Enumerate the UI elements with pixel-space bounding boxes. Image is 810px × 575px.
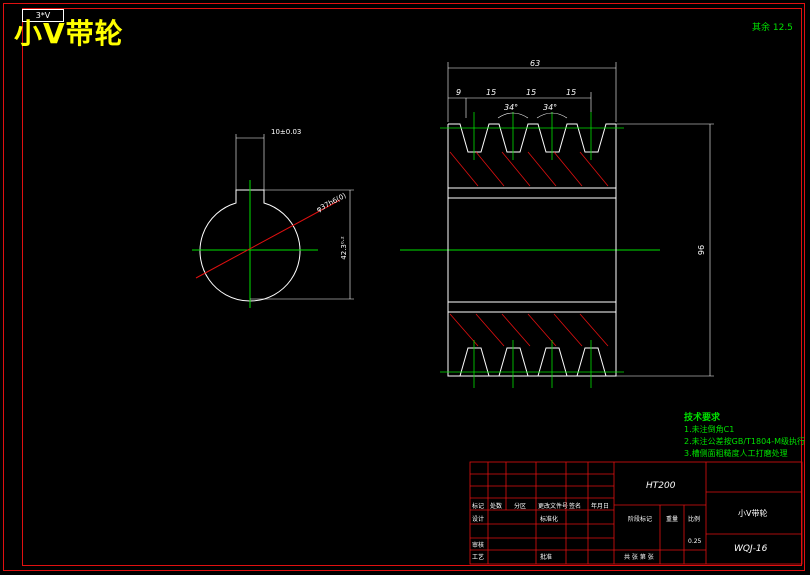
tb-designer-label: 设计 <box>472 515 484 523</box>
tb-mark-label: 标记 <box>472 502 484 510</box>
bore-diameter-label: φ37h6(0) <box>315 191 348 213</box>
technical-requirements: 技术要求 1.未注倒角C1 2.未注公差按GB/T1804-M级执行 3.槽侧面… <box>684 412 805 460</box>
tb-drawing-no: WQJ-16 <box>734 544 768 554</box>
cad-drawing: 10±0.03 φ37h6(0) 42.3⁰·² 63 9 15 15 15 3… <box>192 59 803 565</box>
tech-req-item-3: 3.槽侧面粗糙度人工打磨处理 <box>684 449 788 458</box>
groove-pitch-label-3: 15 <box>566 88 576 97</box>
keyway-width-label: 10±0.03 <box>271 128 301 136</box>
groove-pitch-label-1: 15 <box>486 88 496 97</box>
tb-stage-mark-label: 阶段标记 <box>628 515 652 523</box>
tb-ratio-label: 比例 <box>688 515 700 523</box>
tb-change-doc-label: 更改文件号 <box>538 502 568 510</box>
tb-approve-label: 批准 <box>540 553 552 561</box>
tb-process-label: 工艺 <box>472 553 484 561</box>
outer-diameter-label: 96 <box>697 245 706 255</box>
edge-offset-label: 9 <box>456 88 461 97</box>
tb-scale-value: 0.25 <box>688 538 702 545</box>
tech-req-item-2: 2.未注公差按GB/T1804-M级执行 <box>684 437 806 446</box>
tb-count-label: 处数 <box>490 502 502 510</box>
tb-signature-label: 签名 <box>569 502 581 510</box>
key-depth-label: 42.3⁰·² <box>340 236 348 260</box>
tb-sheets-label: 共 张 第 张 <box>624 553 654 561</box>
hub-end-view <box>192 134 354 308</box>
total-width-label: 63 <box>530 59 540 68</box>
tech-req-item-1: 1.未注倒角C1 <box>684 425 735 434</box>
tb-review-label: 审核 <box>472 541 484 549</box>
tb-weight-label: 重量 <box>666 515 678 523</box>
tb-zone-label: 分区 <box>514 502 526 510</box>
tb-part-name: 小V带轮 <box>738 508 767 518</box>
tb-material: HT200 <box>646 481 676 491</box>
groove-pitch-label-2: 15 <box>526 88 536 97</box>
tb-standardize-label: 标准化 <box>540 515 558 523</box>
groove-angle-label-1: 34° <box>504 103 518 112</box>
tech-req-header: 技术要求 <box>684 413 721 423</box>
tb-date-label: 年月日 <box>591 502 609 510</box>
groove-angle-label-2: 34° <box>543 103 557 112</box>
